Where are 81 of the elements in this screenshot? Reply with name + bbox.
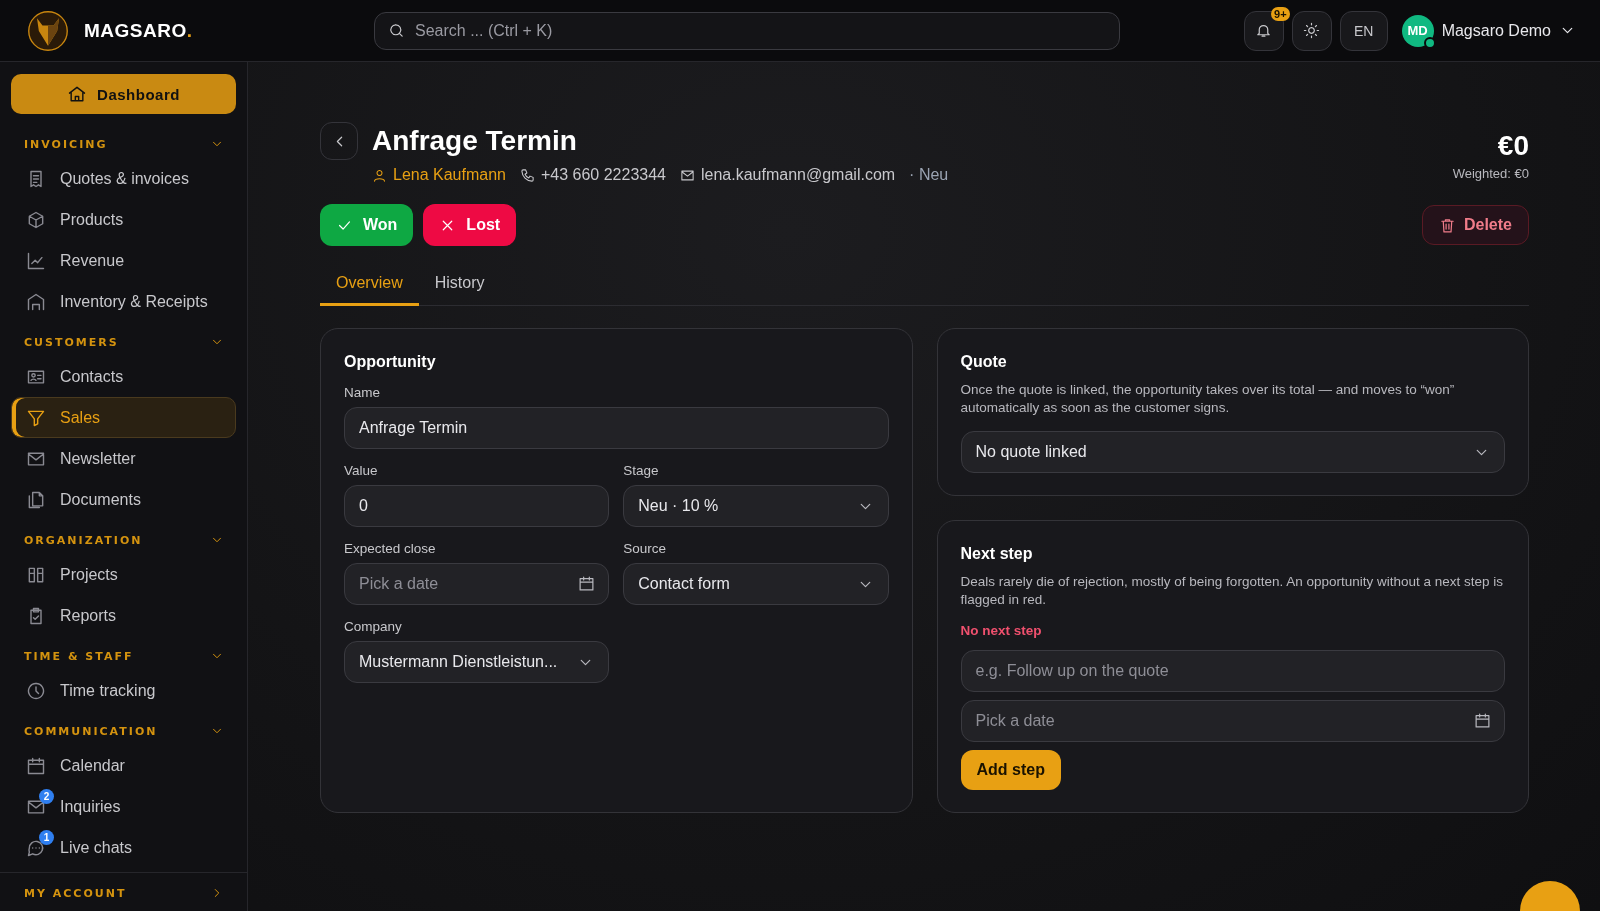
sidebar-item[interactable]: Projects [11, 554, 236, 595]
envelope-icon [680, 167, 695, 183]
documents-icon [26, 489, 46, 510]
sidebar-item[interactable]: Documents [11, 479, 236, 520]
email-address: lena.kaufmann@gmail.com [701, 166, 896, 184]
count-badge: 2 [39, 788, 54, 804]
sidebar-item[interactable]: 2 Inquiries [11, 786, 236, 827]
calendar-icon [26, 755, 46, 776]
card-description: Once the quote is linked, the opportunity takes over its total — and moves to “won” automatically as soon as the customer signs. [960, 381, 1456, 417]
quote-dropdown[interactable]: No quote linked [960, 431, 1505, 473]
brand-name: MAGSARO [84, 19, 187, 42]
add-step-button[interactable]: Add step [960, 750, 1061, 790]
field-label: Expected close [344, 541, 437, 556]
tab[interactable]: Overview [320, 264, 419, 306]
card-title: Next step [960, 545, 1034, 563]
count-badge: 1 [39, 829, 54, 845]
name-field[interactable]: Anfrage Termin [344, 407, 889, 449]
search-icon [388, 21, 405, 39]
avatar: MD [1401, 14, 1434, 47]
sidebar-item[interactable]: Revenue [11, 240, 236, 281]
deal-amount: €0 [1497, 130, 1529, 162]
sidebar-item[interactable]: Products [11, 199, 236, 240]
stage-label: · Neu [909, 166, 949, 184]
sun-icon [1303, 22, 1321, 39]
phone-icon [520, 167, 535, 183]
field-label: Company [344, 619, 403, 634]
section-heading[interactable]: INVOICING [24, 137, 108, 151]
field-label: Name [344, 385, 381, 400]
person-icon [372, 167, 387, 183]
sidebar-item[interactable]: Newsletter [11, 438, 236, 479]
search-field[interactable]: Search ... (Ctrl + K) [374, 11, 1120, 50]
field-label: Source [623, 541, 668, 556]
delete-button[interactable]: Delete [1421, 205, 1529, 245]
section-heading[interactable]: MY ACCOUNT [24, 886, 127, 900]
card-description: Deals rarely die of rejection, mostly of being forgotten. An opportunity without a next step is flagged in red. [960, 573, 1505, 609]
logo-icon [26, 8, 70, 53]
bell-icon [1255, 22, 1273, 39]
warning-text: No next step [960, 623, 1043, 638]
language-button[interactable]: EN [1339, 10, 1388, 51]
deal-title: Anfrage Termin [372, 125, 577, 157]
section-heading[interactable]: CUSTOMERS [24, 335, 119, 349]
home-icon [67, 84, 88, 104]
sidebar-item[interactable]: 1 Live chats [11, 827, 236, 868]
house-icon [26, 291, 46, 312]
trash-icon [1438, 216, 1456, 234]
sidebar-item[interactable]: Sales [11, 397, 236, 438]
sidebar-item[interactable]: Contacts [11, 356, 236, 397]
chart-icon [26, 250, 46, 271]
theme-button[interactable] [1291, 10, 1332, 51]
card-title: Opportunity [344, 353, 437, 371]
date-field[interactable]: Pick a date [344, 563, 610, 605]
sidebar-item[interactable]: Time tracking [11, 670, 236, 711]
field-label: Value [344, 463, 379, 478]
weighted-amount: Weighted: €0 [1452, 166, 1529, 181]
stage-dropdown[interactable]: Neu · 10 % [623, 485, 889, 527]
value-field[interactable]: 0 [344, 485, 610, 527]
calendar-icon [1474, 712, 1491, 729]
lost-button[interactable]: Lost [423, 204, 517, 246]
sidebar-item[interactable]: Calendar [11, 745, 236, 786]
calendar-icon [578, 575, 596, 592]
section-heading[interactable]: COMMUNICATION [24, 724, 158, 738]
clock-icon [26, 680, 46, 701]
sidebar-item[interactable]: Quotes & invoices [11, 158, 236, 199]
phone-number: +43 660 2223344 [541, 166, 666, 184]
sidebar-item[interactable]: Inventory & Receipts [11, 281, 236, 322]
user-name: Magsaro Demo [1441, 21, 1551, 40]
date-field[interactable]: Pick a date [960, 700, 1505, 742]
sidebar-item[interactable]: Reports [11, 595, 236, 636]
step-field[interactable]: e.g. Follow up on the quote [960, 650, 1505, 692]
contact-link[interactable]: Lena Kaufmann [393, 166, 506, 184]
tab[interactable]: History [418, 264, 501, 306]
company-dropdown[interactable]: Mustermann Dienstleistun... [344, 641, 610, 683]
box-icon [26, 209, 46, 230]
notification-count: 9+ [1271, 6, 1290, 21]
brand-dot: . [186, 19, 192, 42]
section-heading[interactable]: TIME & STAFF [24, 649, 134, 663]
dashboard-button[interactable]: Dashboard [11, 74, 236, 114]
card-title: Quote [960, 353, 1008, 371]
section-heading[interactable]: ORGANIZATION [24, 533, 143, 547]
field-label: Stage [623, 463, 660, 478]
source-dropdown[interactable]: Contact form [623, 563, 889, 605]
